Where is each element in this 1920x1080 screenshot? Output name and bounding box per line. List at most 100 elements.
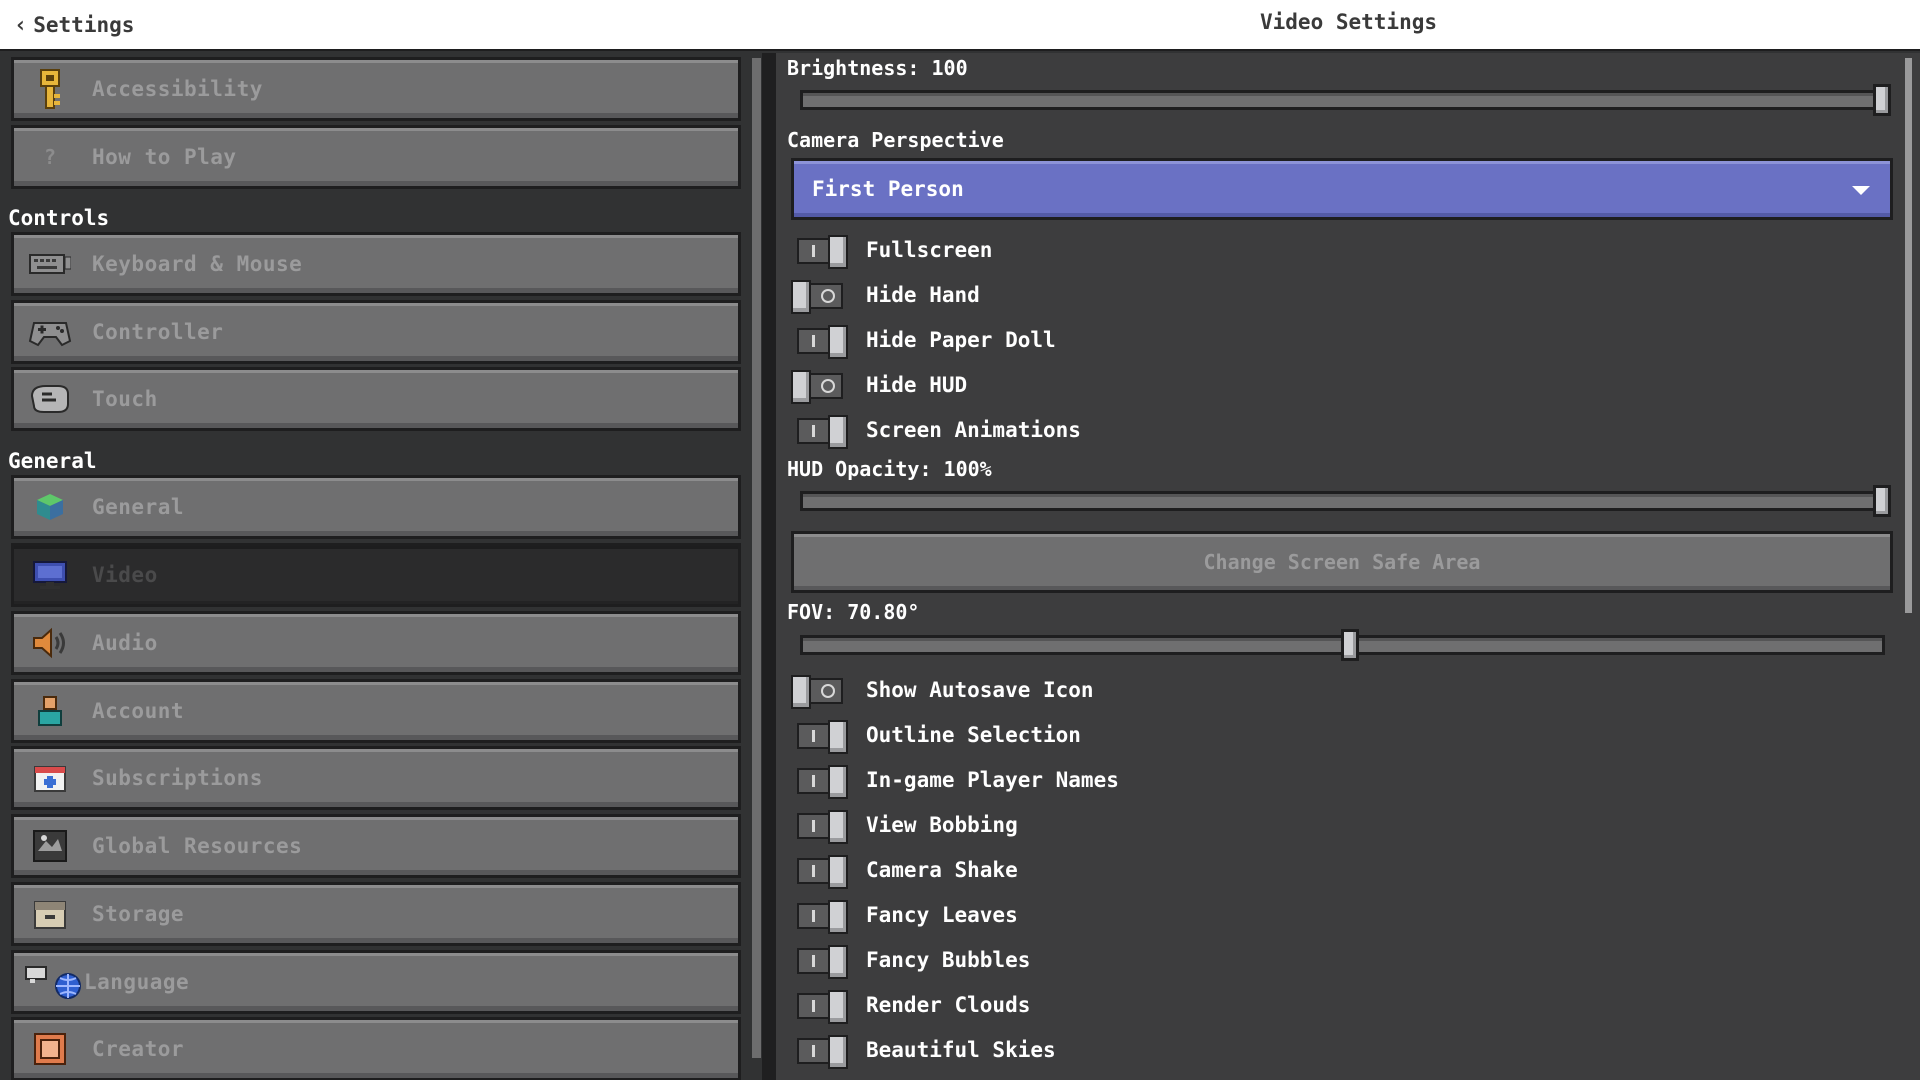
sidebar-item-storage[interactable]: Storage — [11, 882, 741, 946]
sidebar-item-global-resources[interactable]: Global Resources — [11, 814, 741, 878]
toggle-thumb[interactable] — [791, 280, 811, 314]
sidebar-item-touch[interactable]: Touch — [11, 367, 741, 431]
toggle-label: Fullscreen — [866, 238, 993, 262]
toggle-row-beautiful-skies[interactable]: Beautiful Skies — [788, 1030, 1056, 1070]
toggle-thumb[interactable] — [828, 415, 848, 449]
sidebar-item-language[interactable]: Language — [11, 950, 741, 1014]
fov-slider[interactable] — [800, 629, 1885, 661]
toggle-thumb[interactable] — [828, 720, 848, 754]
hide-paper-doll-toggle[interactable] — [790, 325, 848, 359]
hide-hud-toggle[interactable] — [790, 370, 848, 404]
sidebar-item-general[interactable]: General — [11, 475, 741, 539]
hide-hand-toggle[interactable] — [790, 280, 848, 314]
hud-opacity-slider-knob[interactable] — [1873, 485, 1891, 517]
toggle-thumb[interactable] — [828, 235, 848, 269]
toggle-off-icon — [821, 684, 835, 698]
question-icon: ? — [43, 145, 57, 169]
storage-icon — [28, 892, 72, 936]
sidebar-item-keyboard-mouse[interactable]: Keyboard & Mouse — [11, 232, 741, 296]
sidebar-item-audio[interactable]: Audio — [11, 611, 741, 675]
sidebar-item-account[interactable]: Account — [11, 679, 741, 743]
fancy-leaves-toggle[interactable] — [790, 900, 848, 934]
toggle-row-in-game-player-names[interactable]: In-game Player Names — [788, 760, 1119, 800]
view-bobbing-toggle[interactable] — [790, 810, 848, 844]
toggle-row-hide-hand[interactable]: Hide Hand — [788, 275, 980, 315]
render-clouds-toggle[interactable] — [790, 990, 848, 1024]
toggle-on-icon — [812, 955, 815, 967]
toggle-row-outline-selection[interactable]: Outline Selection — [788, 715, 1081, 755]
camera-perspective-dropdown[interactable]: First Person — [791, 158, 1893, 220]
sidebar-item-controller[interactable]: Controller — [11, 300, 741, 364]
toggle-row-fancy-bubbles[interactable]: Fancy Bubbles — [788, 940, 1030, 980]
subscriptions-icon — [28, 756, 72, 800]
toggle-row-view-bobbing[interactable]: View Bobbing — [788, 805, 1018, 845]
speaker-icon — [28, 621, 72, 665]
toggle-on-icon — [812, 425, 815, 437]
toggle-row-render-clouds[interactable]: Render Clouds — [788, 985, 1030, 1025]
sidebar-item-label: Audio — [92, 631, 158, 655]
sidebar-item-creator[interactable]: Creator — [11, 1017, 741, 1080]
toggle-thumb[interactable] — [828, 765, 848, 799]
sidebar-item-how-to-play[interactable]: ? How to Play — [11, 125, 741, 189]
brightness-label: Brightness: 100 — [787, 56, 968, 80]
back-button[interactable]: ‹ Settings — [14, 10, 134, 40]
beautiful-skies-toggle[interactable] — [790, 1035, 848, 1069]
brightness-slider[interactable] — [800, 84, 1891, 116]
toggle-row-hide-hud[interactable]: Hide HUD — [788, 365, 967, 405]
sidebar-item-label: How to Play — [92, 145, 237, 169]
change-screen-safe-area-button[interactable]: Change Screen Safe Area — [791, 531, 1893, 593]
fancy-bubbles-toggle[interactable] — [790, 945, 848, 979]
toggle-thumb[interactable] — [791, 370, 811, 404]
toggle-row-fullscreen[interactable]: Fullscreen — [788, 230, 992, 270]
global-resources-icon — [28, 824, 72, 868]
sidebar-item-label: Keyboard & Mouse — [92, 252, 303, 276]
sidebar-item-video[interactable]: Video — [11, 543, 741, 607]
show-autosave-icon-toggle[interactable] — [790, 675, 848, 709]
toggle-on-icon — [812, 865, 815, 877]
sidebar-item-label: Controller — [92, 320, 224, 344]
chevron-left-icon: ‹ — [14, 12, 28, 38]
account-icon — [28, 689, 72, 733]
key-icon — [28, 67, 72, 111]
fov-slider-knob[interactable] — [1341, 629, 1360, 661]
toggle-thumb[interactable] — [828, 990, 848, 1024]
toggle-thumb[interactable] — [791, 675, 811, 709]
toggle-on-icon — [812, 730, 815, 742]
screen-animations-toggle[interactable] — [790, 415, 848, 449]
toggle-row-show-autosave-icon[interactable]: Show Autosave Icon — [788, 670, 1094, 710]
hud-opacity-slider[interactable] — [800, 485, 1891, 517]
toggle-thumb[interactable] — [828, 945, 848, 979]
camera-perspective-label: Camera Perspective — [787, 128, 1004, 152]
fullscreen-toggle[interactable] — [790, 235, 848, 269]
in-game-player-names-toggle[interactable] — [790, 765, 848, 799]
sidebar-item-label: Touch — [92, 387, 158, 411]
toggle-row-screen-animations[interactable]: Screen Animations — [788, 410, 1081, 450]
outline-selection-toggle[interactable] — [790, 720, 848, 754]
toggle-thumb[interactable] — [828, 325, 848, 359]
toggle-thumb[interactable] — [828, 900, 848, 934]
sidebar-item-label: Global Resources — [92, 834, 303, 858]
settings-scrollbar[interactable] — [1905, 58, 1912, 613]
sidebar-scrollbar[interactable] — [752, 58, 761, 1058]
brightness-slider-knob[interactable] — [1873, 84, 1891, 116]
toggle-label: Fancy Bubbles — [866, 948, 1031, 972]
toggle-thumb[interactable] — [828, 855, 848, 889]
sidebar-item-accessibility[interactable]: Accessibility — [11, 57, 741, 121]
toggle-label: View Bobbing — [866, 813, 1018, 837]
toggle-on-icon — [812, 1000, 815, 1012]
fov-label: FOV: 70.80° — [787, 600, 920, 624]
toggle-label: In-game Player Names — [866, 768, 1119, 792]
toggle-row-camera-shake[interactable]: Camera Shake — [788, 850, 1018, 890]
toggle-row-hide-paper-doll[interactable]: Hide Paper Doll — [788, 320, 1056, 360]
touch-icon — [28, 377, 72, 421]
toggle-label: Outline Selection — [866, 723, 1081, 747]
toggle-thumb[interactable] — [828, 1035, 848, 1069]
gamepad-icon — [28, 310, 72, 354]
toggle-on-icon — [812, 1045, 815, 1057]
monitor-icon — [28, 553, 72, 597]
toggle-row-fancy-leaves[interactable]: Fancy Leaves — [788, 895, 1018, 935]
toggle-thumb[interactable] — [828, 810, 848, 844]
sidebar-item-subscriptions[interactable]: Subscriptions — [11, 746, 741, 810]
camera-shake-toggle[interactable] — [790, 855, 848, 889]
toggle-off-icon — [821, 289, 835, 303]
